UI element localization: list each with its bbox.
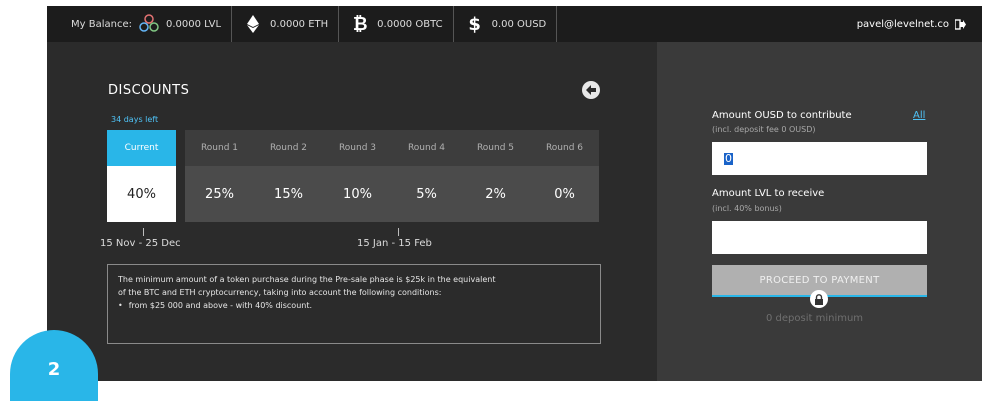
amount-label: Amount OUSD to contribute (712, 110, 852, 121)
btc-balance: 0.0000 OBTC (377, 18, 443, 30)
lock-icon (810, 290, 828, 308)
presale-info-box: The minimum amount of a token purchase d… (107, 264, 601, 344)
round-1: Round 1 25% (185, 130, 254, 222)
info-line-1: The minimum amount of a token purchase d… (118, 275, 496, 284)
round-label: Round 1 (185, 130, 254, 166)
round-value: 15% (254, 166, 323, 222)
info-bullet: from $25 000 and above - with 40% discou… (118, 299, 590, 312)
round-value: 25% (185, 166, 254, 222)
balance-eth: 0.0000 ETH (232, 6, 340, 42)
eth-balance: 0.0000 ETH (270, 18, 329, 30)
round-label: Round 2 (254, 130, 323, 166)
round-2: Round 2 15% (254, 130, 323, 222)
arrow-left-icon (586, 85, 596, 95)
receive-sublabel: (incl. 40% bonus) (712, 204, 782, 213)
round-value: 5% (392, 166, 461, 222)
timeline-tick-mid (398, 228, 399, 236)
bitcoin-icon: ₿ (352, 13, 368, 35)
date-start: 15 Nov - 25 Dec (100, 238, 181, 249)
round-label: Round 3 (323, 130, 392, 166)
balance-lvl: My Balance: 0.0000 LVL (47, 6, 233, 42)
date-mid: 15 Jan - 15 Feb (357, 238, 432, 249)
amount-sublabel: (incl. deposit fee 0 OUSD) (712, 125, 816, 134)
round-current-label: Current (107, 130, 176, 166)
receive-label: Amount LVL to receive (712, 188, 825, 199)
round-current: Current 40% (107, 130, 176, 222)
amount-input[interactable]: 0 (712, 142, 927, 175)
round-current-value: 40% (107, 166, 176, 222)
timeline-tick-start (143, 228, 144, 236)
contribute-panel (657, 42, 982, 381)
round-6: Round 6 0% (530, 130, 599, 222)
round-5: Round 5 2% (461, 130, 530, 222)
info-line-2: of the BTC and ETH cryptocurrency, takin… (118, 288, 442, 297)
round-label: Round 5 (461, 130, 530, 166)
all-link[interactable]: All (913, 110, 925, 121)
user-email[interactable]: pavel@levelnet.co (857, 19, 949, 30)
discounts-title: DISCOUNTS (108, 83, 190, 98)
round-3: Round 3 10% (323, 130, 392, 222)
round-value: 2% (461, 166, 530, 222)
user-email-logout[interactable]: pavel@levelnet.co (857, 6, 966, 42)
lvl-icon (138, 13, 160, 35)
balance-label: My Balance: (71, 18, 132, 30)
back-button[interactable] (582, 81, 600, 99)
receive-input[interactable] (712, 221, 927, 254)
balance-usd: $ 0.00 OUSD (454, 6, 558, 42)
round-value: 0% (530, 166, 599, 222)
usd-balance: 0.00 OUSD (491, 18, 547, 30)
round-label: Round 4 (392, 130, 461, 166)
top-bar: My Balance: 0.0000 LVL 0.0000 ETH ₿ 0.00… (47, 6, 982, 42)
discount-rounds: Current 40% Round 1 25% Round 2 15% Roun… (107, 130, 599, 222)
ethereum-icon (242, 13, 264, 35)
days-left: 34 days left (111, 115, 159, 124)
dollar-icon: $ (468, 13, 481, 35)
amount-value: 0 (724, 151, 733, 165)
deposit-minimum: 0 deposit minimum (766, 313, 864, 324)
round-4: Round 4 5% (392, 130, 461, 222)
step-number: 2 (47, 359, 61, 380)
lvl-balance: 0.0000 LVL (165, 18, 222, 30)
round-label: Round 6 (530, 130, 599, 166)
info-conditions: from $25 000 and above - with 40% discou… (118, 299, 590, 312)
round-value: 10% (323, 166, 392, 222)
logout-icon[interactable] (955, 18, 966, 30)
balance-btc: ₿ 0.0000 OBTC (339, 6, 454, 42)
